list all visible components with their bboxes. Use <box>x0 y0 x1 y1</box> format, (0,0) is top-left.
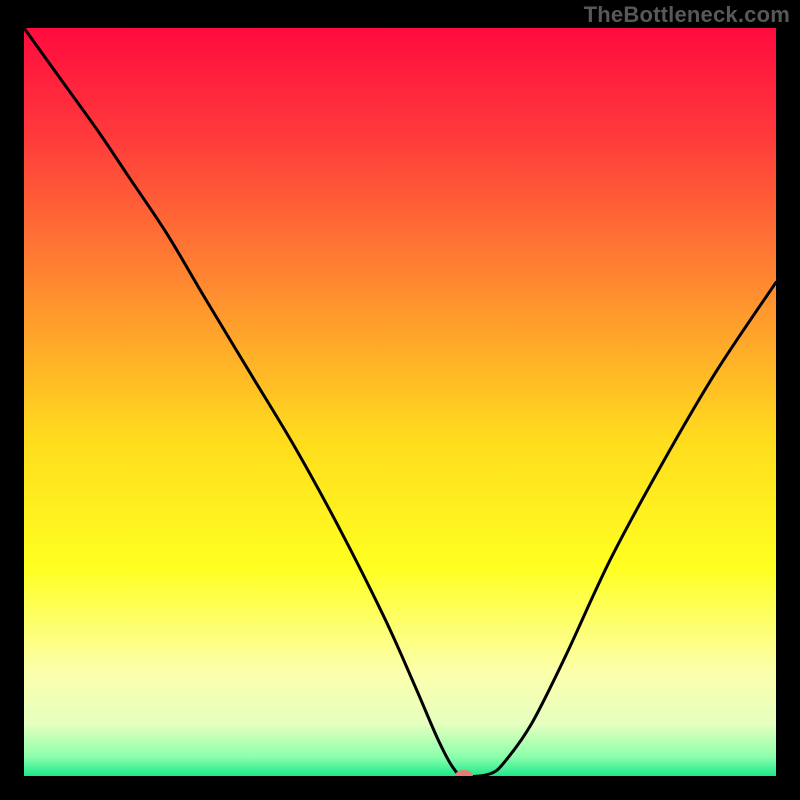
gradient-background <box>24 28 776 776</box>
plot-area <box>24 28 776 776</box>
chart-frame: TheBottleneck.com <box>0 0 800 800</box>
watermark-text: TheBottleneck.com <box>584 2 790 28</box>
bottleneck-chart <box>24 28 776 776</box>
